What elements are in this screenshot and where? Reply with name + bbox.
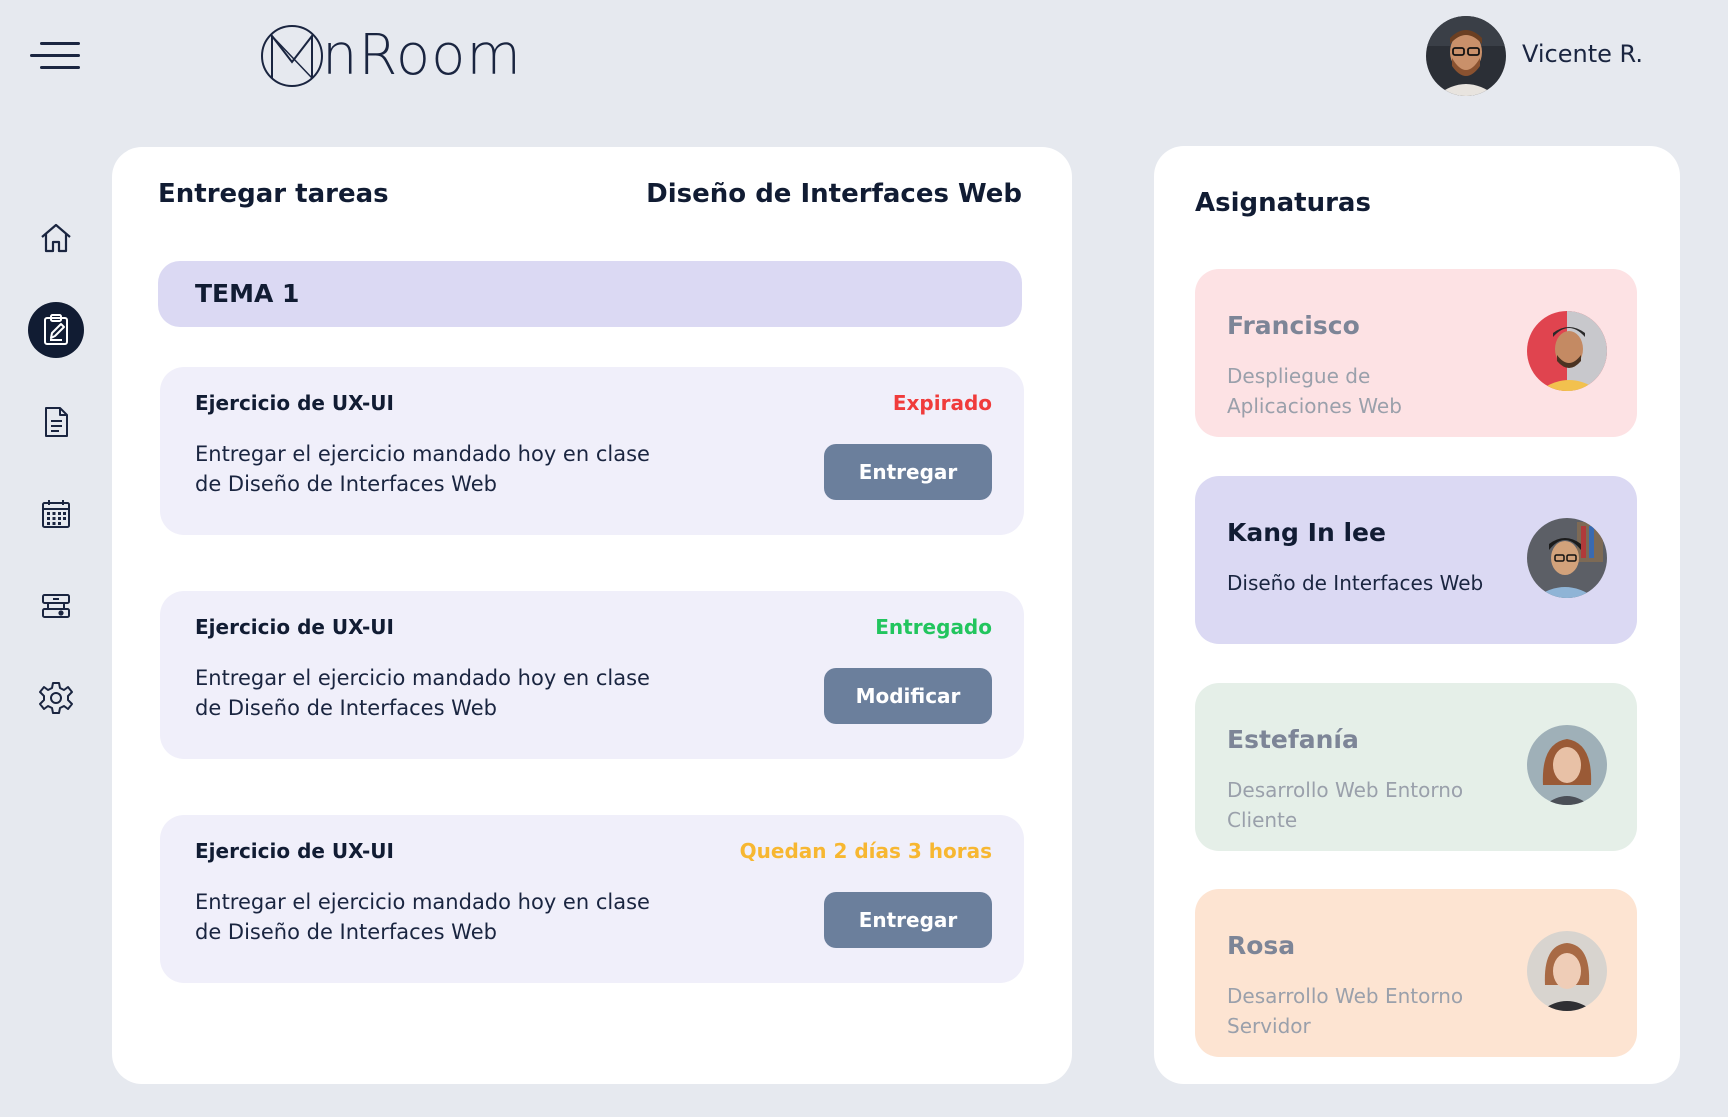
teacher-avatar [1527, 725, 1607, 805]
task-title: Ejercicio de UX-UI [195, 615, 394, 639]
task-card: Ejercicio de UX-UI Entregado Entregar el… [160, 591, 1024, 759]
logo-mark-icon [261, 25, 323, 87]
teacher-avatar [1527, 931, 1607, 1011]
user-name: Vicente R. [1522, 40, 1643, 68]
teacher-name: Francisco [1227, 311, 1360, 340]
teacher-name: Kang In lee [1227, 518, 1386, 547]
task-description: Entregar el ejercicio mandado hoy en cla… [195, 666, 650, 720]
subject-name: Diseño de Interfaces Web [1227, 571, 1484, 595]
sidebar-item-documents[interactable] [28, 394, 84, 450]
modify-button[interactable]: Modificar [824, 668, 992, 724]
menu-line [30, 54, 80, 57]
page-title: Entregar tareas [158, 179, 389, 209]
task-title: Ejercicio de UX-UI [195, 839, 394, 863]
subject-card-rosa[interactable]: Rosa Desarrollo Web Entorno Servidor [1195, 889, 1637, 1057]
user-avatar[interactable] [1426, 16, 1506, 96]
task-card: Ejercicio de UX-UI Expirado Entregar el … [160, 367, 1024, 535]
section-label: TEMA 1 [195, 279, 300, 308]
subject-name: Desarrollo Web Entorno Servidor [1227, 984, 1464, 1038]
sidebar-item-settings[interactable] [28, 670, 84, 726]
submit-button[interactable]: Entregar [824, 892, 992, 948]
task-status-expired: Expirado [892, 391, 992, 415]
tasks-panel: Entregar tareas Diseño de Interfaces Web… [112, 147, 1072, 1084]
course-title: Diseño de Interfaces Web [646, 179, 1022, 209]
home-icon [41, 223, 71, 253]
section-header[interactable]: TEMA 1 [158, 261, 1022, 327]
sidebar-item-calendar[interactable] [28, 486, 84, 542]
subjects-title: Asignaturas [1195, 188, 1371, 218]
submit-button[interactable]: Entregar [824, 444, 992, 500]
logo-text: nRoom [322, 23, 522, 88]
menu-line [40, 42, 80, 45]
menu-line [40, 66, 80, 69]
sidebar-nav [28, 210, 84, 762]
user-profile[interactable]: Vicente R. [1426, 16, 1643, 96]
sidebar-item-home[interactable] [28, 210, 84, 266]
teacher-name: Estefanía [1227, 725, 1359, 754]
subject-name: Despliegue de Aplicaciones Web [1227, 364, 1402, 418]
document-icon [45, 407, 68, 437]
task-status-remaining: Quedan 2 días 3 horas [739, 839, 992, 863]
board-icon [42, 594, 70, 618]
clipboard-edit-icon [44, 314, 68, 345]
task-title: Ejercicio de UX-UI [195, 391, 394, 415]
gear-icon [39, 682, 73, 714]
app-logo[interactable]: nRoom [258, 22, 522, 90]
subject-card-kang-in-lee[interactable]: Kang In lee Diseño de Interfaces Web [1195, 476, 1637, 644]
subject-name: Desarrollo Web Entorno Cliente [1227, 778, 1464, 832]
sidebar-item-tasks[interactable] [28, 302, 84, 358]
teacher-name: Rosa [1227, 931, 1296, 960]
menu-icon[interactable] [30, 40, 82, 72]
subject-card-francisco[interactable]: Francisco Despliegue de Aplicaciones Web [1195, 269, 1637, 437]
teacher-avatar [1527, 311, 1607, 391]
subject-card-estefania[interactable]: Estefanía Desarrollo Web Entorno Cliente [1195, 683, 1637, 851]
task-description: Entregar el ejercicio mandado hoy en cla… [195, 442, 650, 496]
task-card: Ejercicio de UX-UI Quedan 2 días 3 horas… [160, 815, 1024, 983]
sidebar-item-resources[interactable] [28, 578, 84, 634]
task-status-delivered: Entregado [875, 615, 992, 639]
calendar-icon [42, 500, 70, 528]
teacher-avatar [1527, 518, 1607, 598]
task-description: Entregar el ejercicio mandado hoy en cla… [195, 890, 650, 944]
subjects-panel: Asignaturas Francisco Despliegue de Apli… [1154, 146, 1680, 1084]
